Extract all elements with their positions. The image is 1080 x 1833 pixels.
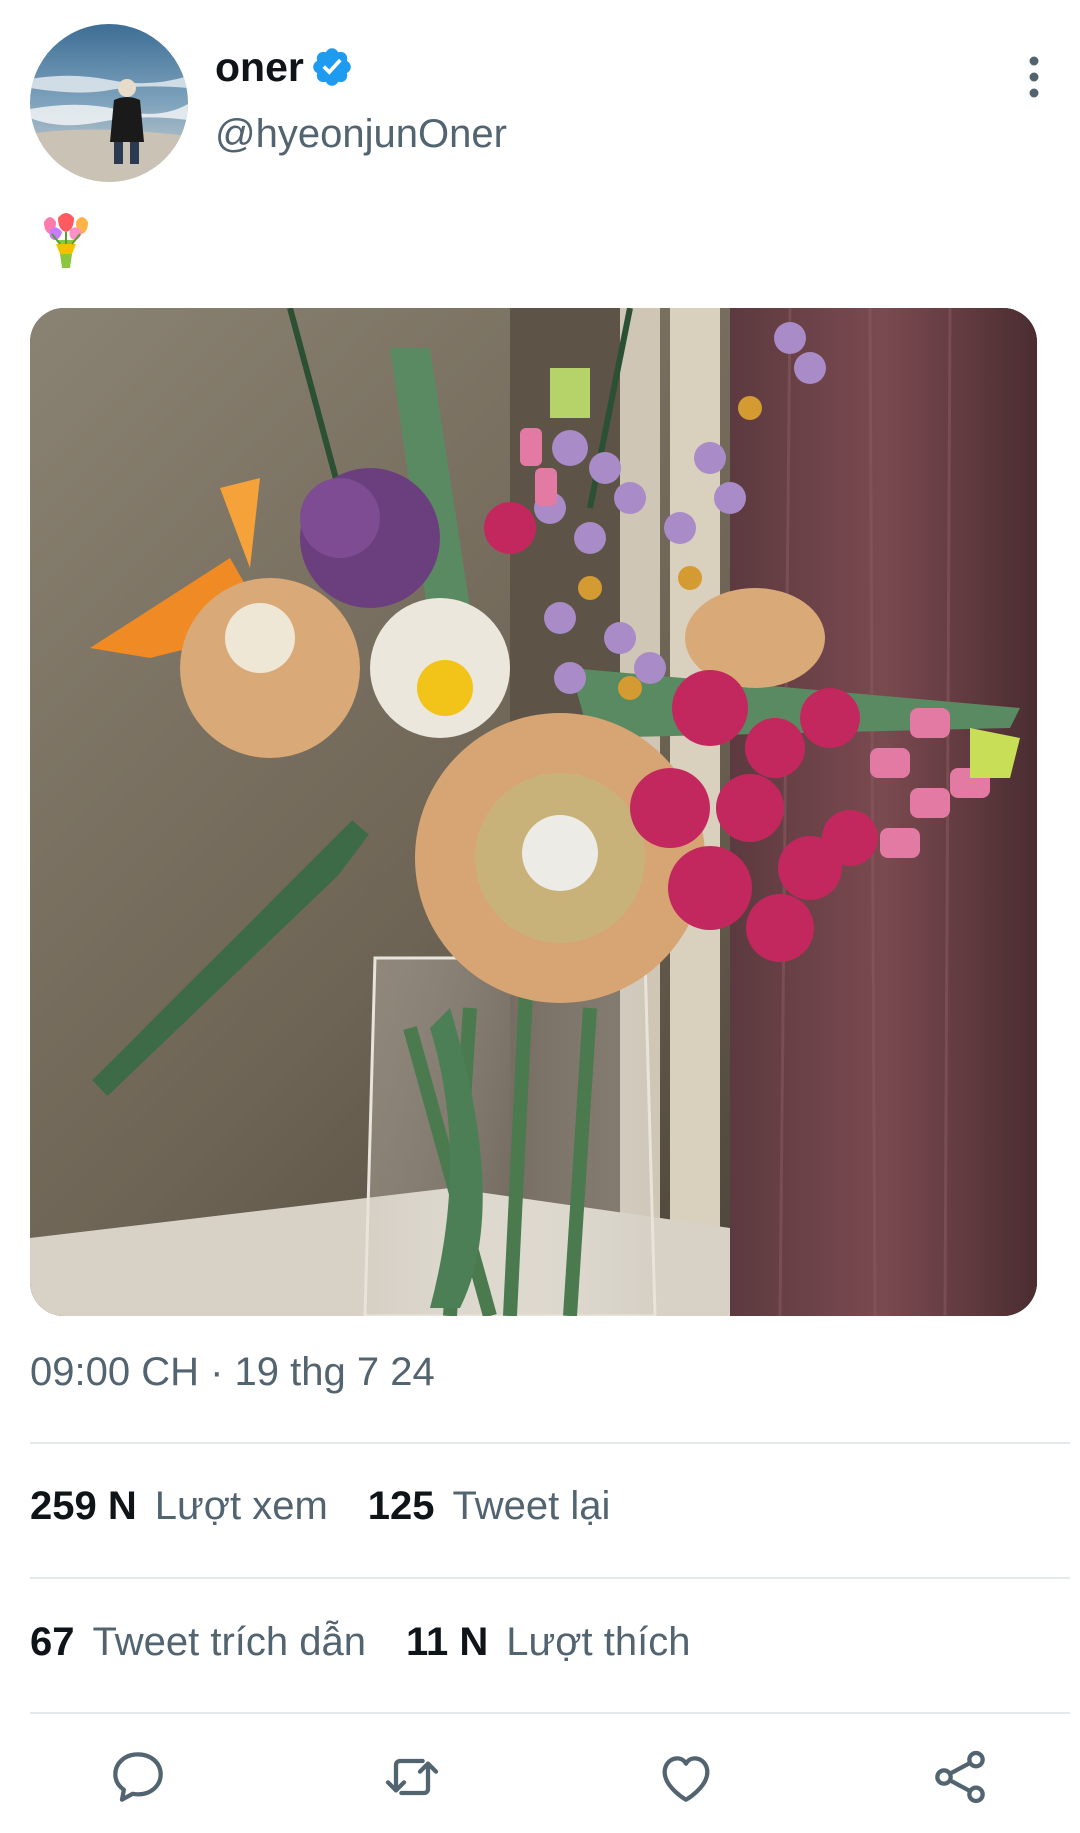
divider <box>30 1442 1070 1444</box>
avatar[interactable] <box>30 24 188 182</box>
tweet-timestamp[interactable]: 09:00 CH · 19 thg 7 24 <box>30 1350 435 1395</box>
retweet-button[interactable] <box>380 1745 444 1809</box>
share-button[interactable] <box>928 1745 992 1809</box>
like-icon <box>662 1756 710 1802</box>
quotes-count[interactable]: 67 <box>30 1620 75 1665</box>
bouquet-emoji <box>36 210 96 272</box>
divider <box>30 1577 1070 1579</box>
retweets-label[interactable]: Tweet lại <box>453 1484 611 1529</box>
display-name[interactable]: oner <box>215 44 304 91</box>
tweet-detail-page: oner @hyeonjunOner 09:00 CH · 19 thg 7 2… <box>0 0 1080 1833</box>
tweet-media-image[interactable] <box>30 308 1037 1316</box>
avatar-image <box>30 24 188 182</box>
likes-count[interactable]: 11 N <box>406 1620 488 1665</box>
retweets-count[interactable]: 125 <box>368 1484 435 1529</box>
display-name-row[interactable]: oner <box>215 42 354 92</box>
divider <box>30 1712 1070 1714</box>
quotes-label[interactable]: Tweet trích dẫn <box>93 1620 366 1665</box>
verified-badge-icon <box>310 45 354 89</box>
flower-bouquet-photo <box>30 308 1037 1316</box>
retweet-icon <box>385 1758 439 1796</box>
views-count: 259 N <box>30 1484 137 1528</box>
more-options-icon[interactable] <box>1016 52 1052 102</box>
user-handle[interactable]: @hyeonjunOner <box>215 112 507 157</box>
stats-row-quotes-likes: 67 Tweet trích dẫn 11 N Lượt thích <box>30 1620 730 1665</box>
reply-icon <box>113 1752 163 1802</box>
reply-button[interactable] <box>106 1745 170 1809</box>
stats-row-views-retweets: 259 N Lượt xem 125 Tweet lại <box>30 1484 650 1529</box>
like-button[interactable] <box>654 1745 718 1809</box>
share-icon <box>935 1750 985 1804</box>
views-label: Lượt xem <box>154 1484 328 1528</box>
likes-label[interactable]: Lượt thích <box>506 1620 690 1665</box>
